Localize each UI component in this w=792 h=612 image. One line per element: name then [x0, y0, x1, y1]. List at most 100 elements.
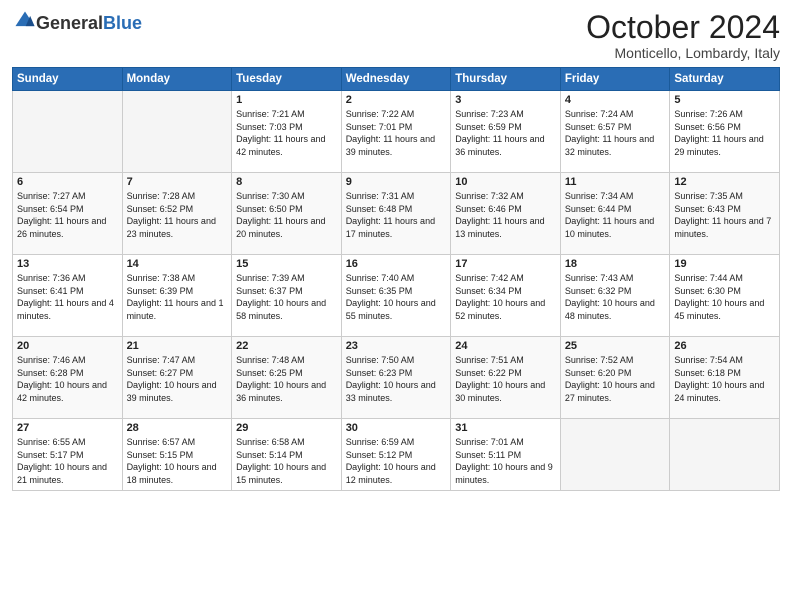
- month-title: October 2024: [586, 10, 780, 45]
- calendar-table: Sunday Monday Tuesday Wednesday Thursday…: [12, 67, 780, 490]
- day-info: Sunrise: 6:59 AMSunset: 5:12 PMDaylight:…: [346, 436, 447, 486]
- day-number: 31: [455, 422, 556, 434]
- day-info: Sunrise: 7:26 AMSunset: 6:56 PMDaylight:…: [674, 108, 775, 158]
- day-info: Sunrise: 7:27 AMSunset: 6:54 PMDaylight:…: [17, 190, 118, 240]
- day-number: 11: [565, 176, 666, 188]
- day-number: 6: [17, 176, 118, 188]
- day-info: Sunrise: 7:24 AMSunset: 6:57 PMDaylight:…: [565, 108, 666, 158]
- day-info: Sunrise: 7:30 AMSunset: 6:50 PMDaylight:…: [236, 190, 337, 240]
- calendar-cell: 26 Sunrise: 7:54 AMSunset: 6:18 PMDaylig…: [670, 337, 780, 419]
- day-info: Sunrise: 7:38 AMSunset: 6:39 PMDaylight:…: [127, 272, 228, 322]
- day-info: Sunrise: 7:34 AMSunset: 6:44 PMDaylight:…: [565, 190, 666, 240]
- day-info: Sunrise: 7:50 AMSunset: 6:23 PMDaylight:…: [346, 354, 447, 404]
- day-number: 5: [674, 94, 775, 106]
- day-info: Sunrise: 7:31 AMSunset: 6:48 PMDaylight:…: [346, 190, 447, 240]
- day-info: Sunrise: 7:01 AMSunset: 5:11 PMDaylight:…: [455, 436, 556, 486]
- day-info: Sunrise: 7:23 AMSunset: 6:59 PMDaylight:…: [455, 108, 556, 158]
- day-info: Sunrise: 7:54 AMSunset: 6:18 PMDaylight:…: [674, 354, 775, 404]
- day-number: 25: [565, 340, 666, 352]
- day-number: 22: [236, 340, 337, 352]
- calendar-cell: 7 Sunrise: 7:28 AMSunset: 6:52 PMDayligh…: [122, 173, 232, 255]
- day-info: Sunrise: 7:48 AMSunset: 6:25 PMDaylight:…: [236, 354, 337, 404]
- day-info: Sunrise: 7:47 AMSunset: 6:27 PMDaylight:…: [127, 354, 228, 404]
- calendar-cell: 6 Sunrise: 7:27 AMSunset: 6:54 PMDayligh…: [13, 173, 123, 255]
- day-info: Sunrise: 6:57 AMSunset: 5:15 PMDaylight:…: [127, 436, 228, 486]
- calendar-cell: [122, 91, 232, 173]
- header-sunday: Sunday: [13, 68, 123, 91]
- calendar-cell: 2 Sunrise: 7:22 AMSunset: 7:01 PMDayligh…: [341, 91, 451, 173]
- calendar-cell: 5 Sunrise: 7:26 AMSunset: 6:56 PMDayligh…: [670, 91, 780, 173]
- day-info: Sunrise: 6:58 AMSunset: 5:14 PMDaylight:…: [236, 436, 337, 486]
- day-info: Sunrise: 7:42 AMSunset: 6:34 PMDaylight:…: [455, 272, 556, 322]
- day-info: Sunrise: 7:44 AMSunset: 6:30 PMDaylight:…: [674, 272, 775, 322]
- calendar-cell: 23 Sunrise: 7:50 AMSunset: 6:23 PMDaylig…: [341, 337, 451, 419]
- day-info: Sunrise: 7:21 AMSunset: 7:03 PMDaylight:…: [236, 108, 337, 158]
- logo-text: GeneralBlue: [36, 14, 142, 34]
- calendar-cell: 3 Sunrise: 7:23 AMSunset: 6:59 PMDayligh…: [451, 91, 561, 173]
- day-info: Sunrise: 7:22 AMSunset: 7:01 PMDaylight:…: [346, 108, 447, 158]
- day-info: Sunrise: 7:52 AMSunset: 6:20 PMDaylight:…: [565, 354, 666, 404]
- logo-icon: [14, 10, 36, 32]
- logo-blue: Blue: [103, 13, 142, 33]
- day-number: 17: [455, 258, 556, 270]
- day-number: 20: [17, 340, 118, 352]
- day-number: 16: [346, 258, 447, 270]
- day-info: Sunrise: 6:55 AMSunset: 5:17 PMDaylight:…: [17, 436, 118, 486]
- day-info: Sunrise: 7:32 AMSunset: 6:46 PMDaylight:…: [455, 190, 556, 240]
- header-tuesday: Tuesday: [232, 68, 342, 91]
- calendar-cell: 13 Sunrise: 7:36 AMSunset: 6:41 PMDaylig…: [13, 255, 123, 337]
- header-saturday: Saturday: [670, 68, 780, 91]
- day-info: Sunrise: 7:35 AMSunset: 6:43 PMDaylight:…: [674, 190, 775, 240]
- calendar-cell: 22 Sunrise: 7:48 AMSunset: 6:25 PMDaylig…: [232, 337, 342, 419]
- title-block: October 2024 Monticello, Lombardy, Italy: [586, 10, 780, 61]
- calendar-cell: 31 Sunrise: 7:01 AMSunset: 5:11 PMDaylig…: [451, 419, 561, 490]
- calendar-cell: 30 Sunrise: 6:59 AMSunset: 5:12 PMDaylig…: [341, 419, 451, 490]
- day-number: 12: [674, 176, 775, 188]
- day-number: 18: [565, 258, 666, 270]
- day-number: 30: [346, 422, 447, 434]
- calendar-cell: 20 Sunrise: 7:46 AMSunset: 6:28 PMDaylig…: [13, 337, 123, 419]
- header-row: GeneralBlue October 2024 Monticello, Lom…: [12, 10, 780, 61]
- calendar-cell: 11 Sunrise: 7:34 AMSunset: 6:44 PMDaylig…: [560, 173, 670, 255]
- calendar-cell: 16 Sunrise: 7:40 AMSunset: 6:35 PMDaylig…: [341, 255, 451, 337]
- logo: GeneralBlue: [12, 10, 142, 37]
- location-title: Monticello, Lombardy, Italy: [586, 45, 780, 61]
- calendar-cell: 21 Sunrise: 7:47 AMSunset: 6:27 PMDaylig…: [122, 337, 232, 419]
- weekday-header-row: Sunday Monday Tuesday Wednesday Thursday…: [13, 68, 780, 91]
- day-number: 27: [17, 422, 118, 434]
- calendar-cell: 29 Sunrise: 6:58 AMSunset: 5:14 PMDaylig…: [232, 419, 342, 490]
- logo-general: General: [36, 13, 103, 33]
- calendar-cell: 19 Sunrise: 7:44 AMSunset: 6:30 PMDaylig…: [670, 255, 780, 337]
- calendar-cell: 24 Sunrise: 7:51 AMSunset: 6:22 PMDaylig…: [451, 337, 561, 419]
- day-info: Sunrise: 7:39 AMSunset: 6:37 PMDaylight:…: [236, 272, 337, 322]
- header-wednesday: Wednesday: [341, 68, 451, 91]
- calendar-cell: 17 Sunrise: 7:42 AMSunset: 6:34 PMDaylig…: [451, 255, 561, 337]
- day-number: 14: [127, 258, 228, 270]
- day-info: Sunrise: 7:40 AMSunset: 6:35 PMDaylight:…: [346, 272, 447, 322]
- calendar-cell: 25 Sunrise: 7:52 AMSunset: 6:20 PMDaylig…: [560, 337, 670, 419]
- header-monday: Monday: [122, 68, 232, 91]
- day-number: 24: [455, 340, 556, 352]
- day-number: 13: [17, 258, 118, 270]
- calendar-cell: 12 Sunrise: 7:35 AMSunset: 6:43 PMDaylig…: [670, 173, 780, 255]
- day-number: 2: [346, 94, 447, 106]
- day-info: Sunrise: 7:36 AMSunset: 6:41 PMDaylight:…: [17, 272, 118, 322]
- day-info: Sunrise: 7:28 AMSunset: 6:52 PMDaylight:…: [127, 190, 228, 240]
- calendar-cell: 15 Sunrise: 7:39 AMSunset: 6:37 PMDaylig…: [232, 255, 342, 337]
- calendar-cell: 4 Sunrise: 7:24 AMSunset: 6:57 PMDayligh…: [560, 91, 670, 173]
- calendar-cell: 18 Sunrise: 7:43 AMSunset: 6:32 PMDaylig…: [560, 255, 670, 337]
- day-number: 8: [236, 176, 337, 188]
- header-thursday: Thursday: [451, 68, 561, 91]
- day-number: 7: [127, 176, 228, 188]
- day-info: Sunrise: 7:51 AMSunset: 6:22 PMDaylight:…: [455, 354, 556, 404]
- calendar-cell: 10 Sunrise: 7:32 AMSunset: 6:46 PMDaylig…: [451, 173, 561, 255]
- calendar-cell: [670, 419, 780, 490]
- day-number: 26: [674, 340, 775, 352]
- calendar-cell: [13, 91, 123, 173]
- calendar-cell: 9 Sunrise: 7:31 AMSunset: 6:48 PMDayligh…: [341, 173, 451, 255]
- day-number: 23: [346, 340, 447, 352]
- calendar-cell: 14 Sunrise: 7:38 AMSunset: 6:39 PMDaylig…: [122, 255, 232, 337]
- day-number: 21: [127, 340, 228, 352]
- day-info: Sunrise: 7:43 AMSunset: 6:32 PMDaylight:…: [565, 272, 666, 322]
- calendar-cell: [560, 419, 670, 490]
